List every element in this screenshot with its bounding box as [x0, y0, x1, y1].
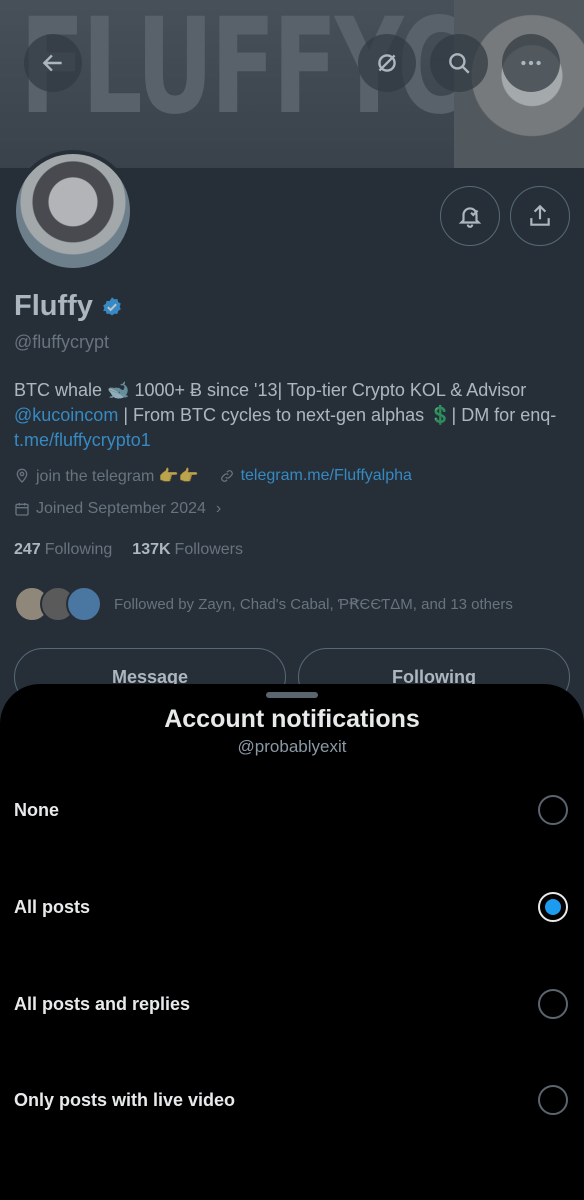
sheet-drag-handle[interactable]	[266, 692, 318, 698]
option-live-video[interactable]: Only posts with live video	[0, 1070, 584, 1130]
option-label: None	[14, 799, 59, 820]
option-all-posts-and-replies[interactable]: All posts and replies	[0, 974, 584, 1034]
option-none[interactable]: None	[0, 780, 584, 840]
option-all-posts[interactable]: All posts	[0, 877, 584, 937]
option-label: All posts and replies	[14, 993, 191, 1014]
option-label: All posts	[14, 896, 91, 917]
radio-button-selected[interactable]	[538, 892, 568, 922]
sheet-title: Account notifications	[164, 705, 420, 733]
radio-button[interactable]	[538, 1085, 568, 1115]
account-notifications-sheet: Account notifications @probablyexit None…	[0, 684, 584, 1200]
radio-button[interactable]	[538, 989, 568, 1019]
sheet-subtitle: @probablyexit	[237, 737, 347, 756]
radio-button[interactable]	[538, 795, 568, 825]
option-label: Only posts with live video	[14, 1089, 236, 1110]
